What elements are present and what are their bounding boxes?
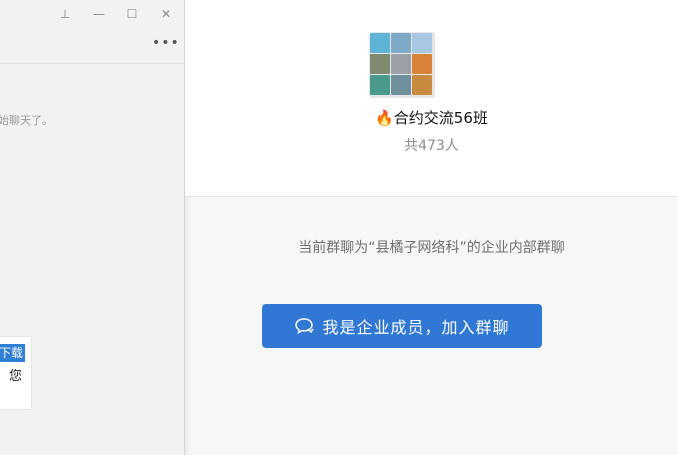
fire-icon: 🔥 <box>375 109 394 127</box>
header-divider <box>0 63 184 64</box>
avatar-tile <box>412 54 432 74</box>
join-group-button[interactable]: 我是企业成员，加入群聊 <box>262 304 542 348</box>
highlighted-text: 下载 <box>0 344 26 362</box>
group-name: 🔥合约交流56班 <box>185 107 678 128</box>
avatar-tile <box>370 54 390 74</box>
join-button-label: 我是企业成员，加入群聊 <box>322 318 510 337</box>
minimize-icon[interactable]: — <box>91 6 107 22</box>
window-titlebar: ⊥ — ☐ ✕ <box>0 0 184 30</box>
chat-bubble-icon <box>295 318 315 334</box>
message-card[interactable]: 下载 您 <box>0 336 32 410</box>
system-message: 始聊天了。 <box>0 114 53 127</box>
chat-window: ⊥ — ☐ ✕ ••• 始聊天了。 下载 您 <box>0 0 185 455</box>
group-avatar <box>369 32 435 98</box>
maximize-icon[interactable]: ☐ <box>124 6 140 22</box>
group-info-section: 🔥合约交流56班 共473人 <box>185 0 678 197</box>
close-icon[interactable]: ✕ <box>158 6 174 22</box>
avatar-tile <box>391 54 411 74</box>
group-invite-panel: 🔥合约交流56班 共473人 当前群聊为“县橘子网络科”的企业内部群聊 我是企业… <box>185 0 678 455</box>
card-text: 您 <box>9 369 23 384</box>
group-name-text: 合约交流56班 <box>393 109 488 127</box>
more-options-icon[interactable]: ••• <box>152 33 179 53</box>
avatar-tile <box>391 75 411 95</box>
avatar-tile <box>412 75 432 95</box>
avatar-tile <box>412 33 432 53</box>
pin-icon[interactable]: ⊥ <box>57 6 73 22</box>
enterprise-notice: 当前群聊为“县橘子网络科”的企业内部群聊 <box>298 240 565 256</box>
avatar-tile <box>370 33 390 53</box>
member-count: 共473人 <box>404 138 459 154</box>
avatar-tile <box>391 33 411 53</box>
avatar-tile <box>370 75 390 95</box>
